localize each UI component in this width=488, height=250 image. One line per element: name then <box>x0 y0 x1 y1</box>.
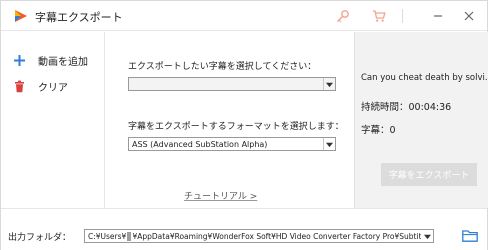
folder-icon[interactable] <box>462 230 478 242</box>
title-bar: 字幕エクスポート <box>1 1 487 31</box>
minimize-icon[interactable] <box>430 8 446 24</box>
close-icon[interactable] <box>461 8 477 24</box>
select-subtitle-label: エクスポートしたい字幕を選択してください： <box>128 62 317 72</box>
clear-button[interactable]: クリア <box>13 77 68 95</box>
output-path-prefix: C:¥Users¥ <box>88 231 127 241</box>
titlebar-divider <box>402 9 403 23</box>
output-path-suffix: ¥AppData¥Roaming¥WonderFox Soft¥HD Video… <box>132 231 433 241</box>
add-video-button[interactable]: 動画を追加 <box>13 51 88 69</box>
redacted-username <box>127 231 132 241</box>
chevron-down-icon <box>323 78 335 90</box>
format-select-value: ASS (Advanced SubStation Alpha) <box>132 139 268 149</box>
file-name: Can you cheat death by solvi... <box>361 73 488 83</box>
chevron-down-icon <box>323 138 335 150</box>
cart-icon[interactable] <box>372 9 386 23</box>
main-panel: エクスポートしたい字幕を選択してください： 字幕をエクスポートするフォーマットを… <box>106 32 354 208</box>
add-video-label: 動画を追加 <box>38 56 88 68</box>
clear-label: クリア <box>38 82 68 94</box>
app-logo-icon <box>15 10 27 22</box>
format-select[interactable]: ASS (Advanced SubStation Alpha) <box>128 137 336 151</box>
info-panel: Can you cheat death by solvi... 持続時間：00:… <box>354 32 488 208</box>
tutorial-link[interactable]: チュートリアル > <box>184 189 257 202</box>
sidebar: 動画を追加 クリア <box>1 32 105 208</box>
window-title: 字幕エクスポート <box>35 11 123 24</box>
output-bar: 出力フォルダ： C:¥Users¥ ¥AppData¥Roaming¥Wonde… <box>1 208 487 250</box>
export-subtitle-window: 字幕エクスポート 動画を追加 クリア エクスポートしたい字幕を選択してください：… <box>0 0 488 250</box>
subtitle-count: 字幕：0 <box>361 125 396 136</box>
key-icon[interactable] <box>336 9 350 23</box>
format-label: 字幕をエクスポートするフォーマットを選択します： <box>128 122 344 132</box>
trash-icon <box>15 80 24 92</box>
subtitle-select[interactable] <box>128 77 336 91</box>
export-subtitle-button[interactable]: 字幕をエクスポート <box>381 163 477 186</box>
duration-text: 持続時間：00:04:36 <box>361 102 452 113</box>
chevron-down-icon <box>421 230 433 242</box>
plus-icon <box>14 54 25 66</box>
output-path-select[interactable]: C:¥Users¥ ¥AppData¥Roaming¥WonderFox Sof… <box>84 229 434 243</box>
output-folder-label: 出力フォルダ： <box>8 233 72 243</box>
